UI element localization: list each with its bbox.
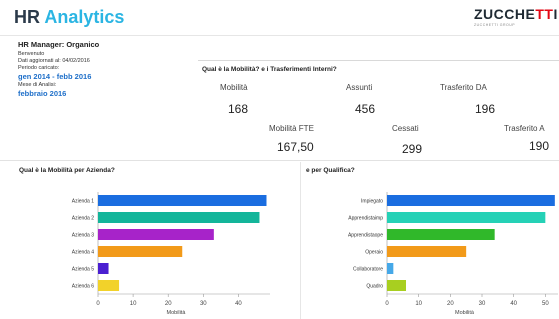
x-tick-label: 10 (415, 301, 422, 307)
x-tick-label: 0 (385, 301, 389, 307)
kpi-label-assunti: Assunti (346, 83, 373, 92)
app-title-part2: Analytics (44, 7, 125, 27)
bar-azienda-4 (98, 246, 183, 257)
kpi-value-trasferito-da: 196 (475, 102, 496, 116)
bar-quadro (387, 280, 406, 291)
chart2-title: e per Qualifica? (306, 167, 355, 174)
x-tick-label: 10 (130, 301, 137, 307)
kpi-question: Qual è la Mobilità? e i Trasferimenti In… (202, 66, 337, 73)
bar-collaboratore (387, 263, 394, 274)
bar-azienda-5 (98, 263, 109, 274)
kpi-label-mobilita: Mobilità (220, 83, 248, 92)
info-panel: HR Manager: Organico Benvenuto Dati aggi… (18, 40, 188, 99)
category-label: Impiegato (361, 199, 383, 205)
category-label: Apprendistaope (348, 233, 383, 239)
category-label: Azienda 2 (72, 216, 94, 222)
manager-title: HR Manager: Organico (18, 40, 100, 49)
panel-separator (300, 162, 301, 319)
period-label: Periodo caricato: (18, 65, 60, 71)
bar-azienda-3 (98, 229, 214, 240)
bar-azienda-1 (98, 195, 267, 206)
x-tick-label: 50 (542, 301, 549, 307)
app-header: HR Analytics ZUCCHETTI ZUCCHETTI GROUP (0, 0, 559, 36)
kpi-label-trasferito-da: Trasferito DA (440, 83, 487, 92)
kpi-label-mobilita-fte: Mobilità FTE (269, 124, 314, 133)
welcome-text: Benvenuto (18, 51, 45, 57)
logo-accent: TT (535, 6, 554, 22)
category-label: Azienda 3 (72, 233, 94, 239)
logo-subtitle: ZUCCHETTI GROUP (474, 23, 516, 27)
kpi-value-mobilita-fte: 167,50 (277, 140, 314, 154)
kpi-value-cessati: 299 (402, 142, 423, 156)
x-tick-label: 30 (479, 301, 486, 307)
kpi-value-assunti: 456 (355, 102, 376, 116)
category-label: Apprendistaimp (348, 216, 383, 222)
app-title-part1: HR (14, 7, 45, 27)
section-divider (0, 160, 559, 161)
bar-apprendistaimp (387, 212, 546, 223)
category-label: Azienda 1 (72, 199, 94, 205)
category-label: Azienda 6 (72, 284, 94, 290)
zucchetti-logo: ZUCCHETTI ZUCCHETTI GROUP (474, 6, 557, 34)
kpi-label-trasferito-a: Trasferito A (504, 124, 545, 133)
logo-end: I (553, 6, 558, 22)
x-tick-label: 40 (510, 301, 517, 307)
kpi-label-cessati: Cessati (392, 124, 419, 133)
x-tick-label: 0 (96, 301, 100, 307)
app-title: HR Analytics (14, 7, 124, 28)
logo-main: ZUCCHE (474, 6, 536, 22)
x-tick-label: 20 (447, 301, 454, 307)
bar-impiegato (387, 195, 555, 206)
category-label: Quadro (366, 284, 383, 290)
category-label: Azienda 5 (72, 267, 94, 273)
kpi-value-mobilita: 168 (228, 102, 249, 116)
bar-apprendistaope (387, 229, 495, 240)
category-label: Collaboratore (353, 267, 383, 273)
kpi-value-trasferito-a: 190 (529, 139, 550, 153)
month-value[interactable]: febbraio 2016 (18, 89, 188, 99)
bar-operaio (387, 246, 467, 257)
x-axis-label: Mobilità (167, 310, 187, 316)
x-axis-label: Mobilità (455, 310, 475, 316)
category-label: Operaio (365, 250, 383, 256)
kpi-panel: Qual è la Mobilità? e i Trasferimenti In… (198, 60, 559, 158)
month-label: Mese di Analisi: (18, 82, 57, 88)
x-tick-label: 40 (235, 301, 242, 307)
period-value[interactable]: gen 2014 - febb 2016 (18, 72, 188, 82)
bar-azienda-2 (98, 212, 260, 223)
chart1-title: Qual è la Mobilità per Azienda? (19, 167, 115, 174)
x-tick-label: 30 (200, 301, 207, 307)
x-tick-label: 20 (165, 301, 172, 307)
updated-text: Dati aggiornati al: 04/02/2016 (18, 58, 90, 64)
category-label: Azienda 4 (72, 250, 94, 256)
chart-mobilita-azienda: Azienda 1 Azienda 2 Azienda 3 Azienda 4 Azie… (72, 192, 270, 316)
chart-mobilita-qualifica: Impiegato Apprendistaimp Apprendistaope Ope… (348, 192, 558, 316)
bar-azienda-6 (98, 280, 120, 291)
